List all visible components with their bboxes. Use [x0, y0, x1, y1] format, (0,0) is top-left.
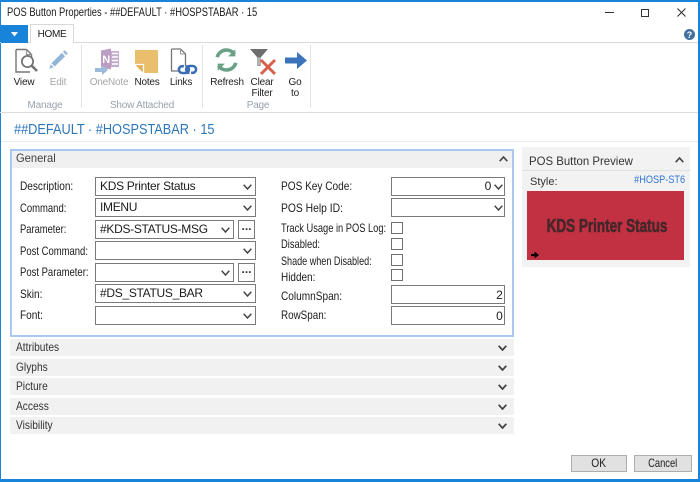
svg-text:N: N — [102, 54, 110, 66]
